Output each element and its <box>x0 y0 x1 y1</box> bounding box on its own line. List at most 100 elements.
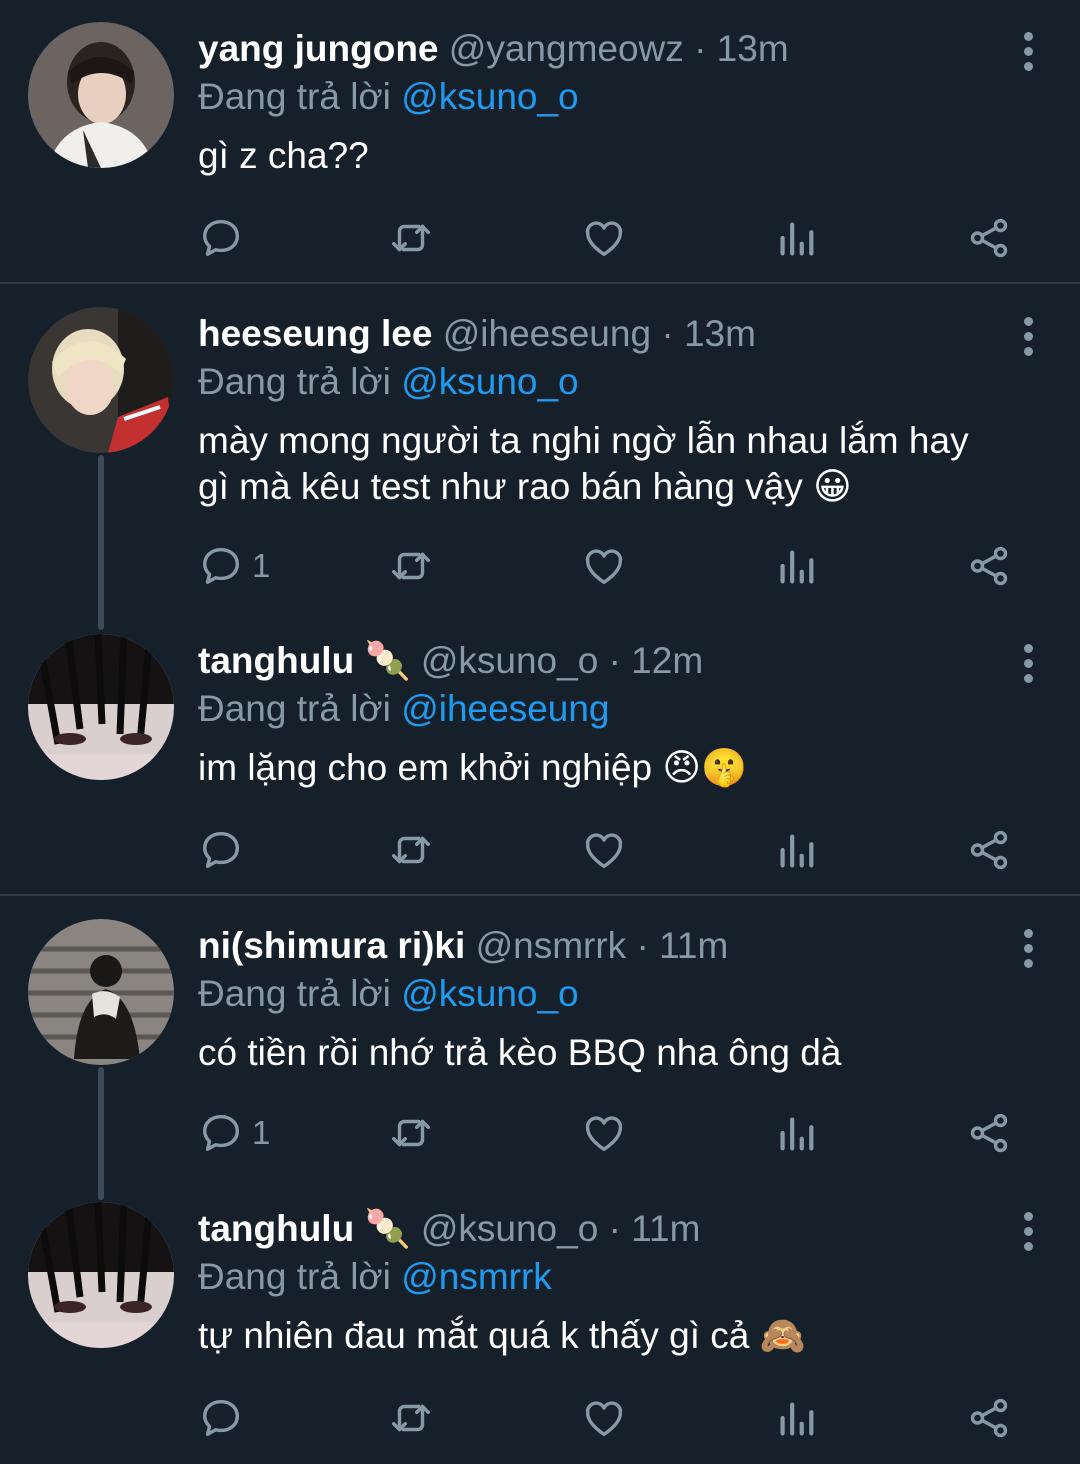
reply-icon <box>202 547 240 585</box>
retweet-icon <box>392 552 430 580</box>
analytics-button[interactable] <box>773 1393 819 1443</box>
heart-icon <box>585 549 623 585</box>
retweet-button[interactable] <box>388 1108 434 1158</box>
divider <box>0 282 1080 284</box>
action-bar <box>198 1393 1018 1443</box>
analytics-icon <box>780 550 814 584</box>
tweet-text: có tiền rồi nhớ trả kèo BBQ nha ông dà <box>198 1032 842 1073</box>
analytics-icon <box>780 834 814 868</box>
avatar[interactable] <box>28 1202 174 1348</box>
tweet[interactable]: tanghulu 🍡 @ksuno_o · 12m Đang trả lời @… <box>0 612 1080 894</box>
share-icon <box>970 1398 1008 1438</box>
timestamp[interactable]: 11m <box>659 925 728 966</box>
user-handle[interactable]: @ksuno_o <box>421 640 598 681</box>
share-icon <box>970 218 1008 258</box>
user-handle[interactable]: @iheeseung <box>443 313 651 354</box>
share-button[interactable] <box>966 541 1012 591</box>
reply-icon <box>202 1114 240 1152</box>
avatar[interactable] <box>28 634 174 780</box>
reply-count: 1 <box>252 547 271 584</box>
reply-icon <box>202 1399 240 1437</box>
share-button[interactable] <box>966 825 1012 875</box>
display-name[interactable]: ni(shimura ri)ki <box>198 925 465 966</box>
share-icon <box>970 546 1008 586</box>
avatar[interactable] <box>28 307 174 453</box>
mention-link[interactable]: @ksuno_o <box>401 361 578 402</box>
mention-link[interactable]: @ksuno_o <box>401 76 578 117</box>
avatar[interactable] <box>28 22 174 168</box>
tweet-text: gì z cha?? <box>198 135 369 176</box>
tweet-text: mày mong người ta nghi ngờ lẫn nhau lắm … <box>198 420 969 507</box>
name-emoji: 🍡 <box>364 640 411 681</box>
share-button[interactable] <box>966 1108 1012 1158</box>
replying-to: Đang trả lời @ksuno_o <box>198 73 1000 121</box>
user-handle[interactable]: @ksuno_o <box>421 1208 598 1249</box>
tweet-text: tự nhiên đau mắt quá k thấy gì cả 🙈 <box>198 1315 806 1356</box>
mention-link[interactable]: @nsmrrk <box>401 1256 552 1297</box>
analytics-button[interactable] <box>773 825 819 875</box>
mention-link[interactable]: @iheeseung <box>401 688 609 729</box>
retweet-button[interactable] <box>388 825 434 875</box>
like-button[interactable] <box>581 825 627 875</box>
share-icon <box>970 1113 1008 1153</box>
timestamp[interactable]: 13m <box>717 28 789 69</box>
user-handle[interactable]: @nsmrrk <box>476 925 627 966</box>
analytics-button[interactable] <box>773 213 819 263</box>
share-button[interactable] <box>966 1393 1012 1443</box>
more-options-icon[interactable] <box>1022 929 1034 968</box>
divider <box>0 894 1080 896</box>
reply-count: 1 <box>252 1114 271 1151</box>
analytics-button[interactable] <box>773 541 819 591</box>
name-emoji: 🍡 <box>364 1208 411 1249</box>
more-options-icon[interactable] <box>1022 644 1034 683</box>
separator-dot: · <box>608 640 621 681</box>
tweet-text: im lặng cho em khởi nghiệp 😠🤫 <box>198 747 748 788</box>
heart-icon <box>585 833 623 869</box>
tweet[interactable]: tanghulu 🍡 @ksuno_o · 11m Đang trả lời @… <box>0 1180 1080 1464</box>
replying-to-label: Đang trả lời <box>198 76 391 117</box>
like-button[interactable] <box>581 1393 627 1443</box>
more-options-icon[interactable] <box>1022 32 1034 71</box>
replying-to: Đang trả lời @nsmrrk <box>198 1253 1000 1301</box>
user-handle[interactable]: @yangmeowz <box>449 28 684 69</box>
reply-icon <box>202 219 240 257</box>
mention-link[interactable]: @ksuno_o <box>401 973 578 1014</box>
tweet[interactable]: ni(shimura ri)ki @nsmrrk · 11m Đang trả … <box>0 897 1080 1200</box>
tweet[interactable]: heeseung lee @iheeseung · 13m Đang trả l… <box>0 285 1080 630</box>
retweet-icon <box>392 1119 430 1147</box>
replying-to-label: Đang trả lời <box>198 688 391 729</box>
more-options-icon[interactable] <box>1022 1212 1034 1251</box>
like-button[interactable] <box>581 213 627 263</box>
retweet-button[interactable] <box>388 541 434 591</box>
reply-button[interactable] <box>198 213 252 263</box>
separator-dot: · <box>661 313 674 354</box>
display-name[interactable]: tanghulu <box>198 1208 354 1249</box>
timestamp[interactable]: 11m <box>631 1208 700 1249</box>
separator-dot: · <box>608 1208 621 1249</box>
heart-icon <box>585 221 623 257</box>
reply-button[interactable]: 1 <box>198 541 270 591</box>
more-options-icon[interactable] <box>1022 317 1034 356</box>
replying-to: Đang trả lời @iheeseung <box>198 685 1000 733</box>
reply-thread-feed: yang jungone @yangmeowz · 13m Đang trả l… <box>0 0 1080 1464</box>
reply-button[interactable] <box>198 1393 252 1443</box>
analytics-icon <box>780 1117 814 1151</box>
reply-button[interactable] <box>198 825 252 875</box>
thread-connector <box>98 455 104 630</box>
display-name[interactable]: yang jungone <box>198 28 439 69</box>
action-bar <box>198 213 1018 263</box>
reply-button[interactable]: 1 <box>198 1108 270 1158</box>
analytics-button[interactable] <box>773 1108 819 1158</box>
display-name[interactable]: tanghulu <box>198 640 354 681</box>
retweet-button[interactable] <box>388 213 434 263</box>
retweet-button[interactable] <box>388 1393 434 1443</box>
avatar[interactable] <box>28 919 174 1065</box>
timestamp[interactable]: 13m <box>684 313 756 354</box>
display-name[interactable]: heeseung lee <box>198 313 432 354</box>
like-button[interactable] <box>581 1108 627 1158</box>
tweet[interactable]: yang jungone @yangmeowz · 13m Đang trả l… <box>0 0 1080 282</box>
share-button[interactable] <box>966 213 1012 263</box>
like-button[interactable] <box>581 541 627 591</box>
action-bar: 1 <box>198 541 1018 591</box>
timestamp[interactable]: 12m <box>631 640 703 681</box>
